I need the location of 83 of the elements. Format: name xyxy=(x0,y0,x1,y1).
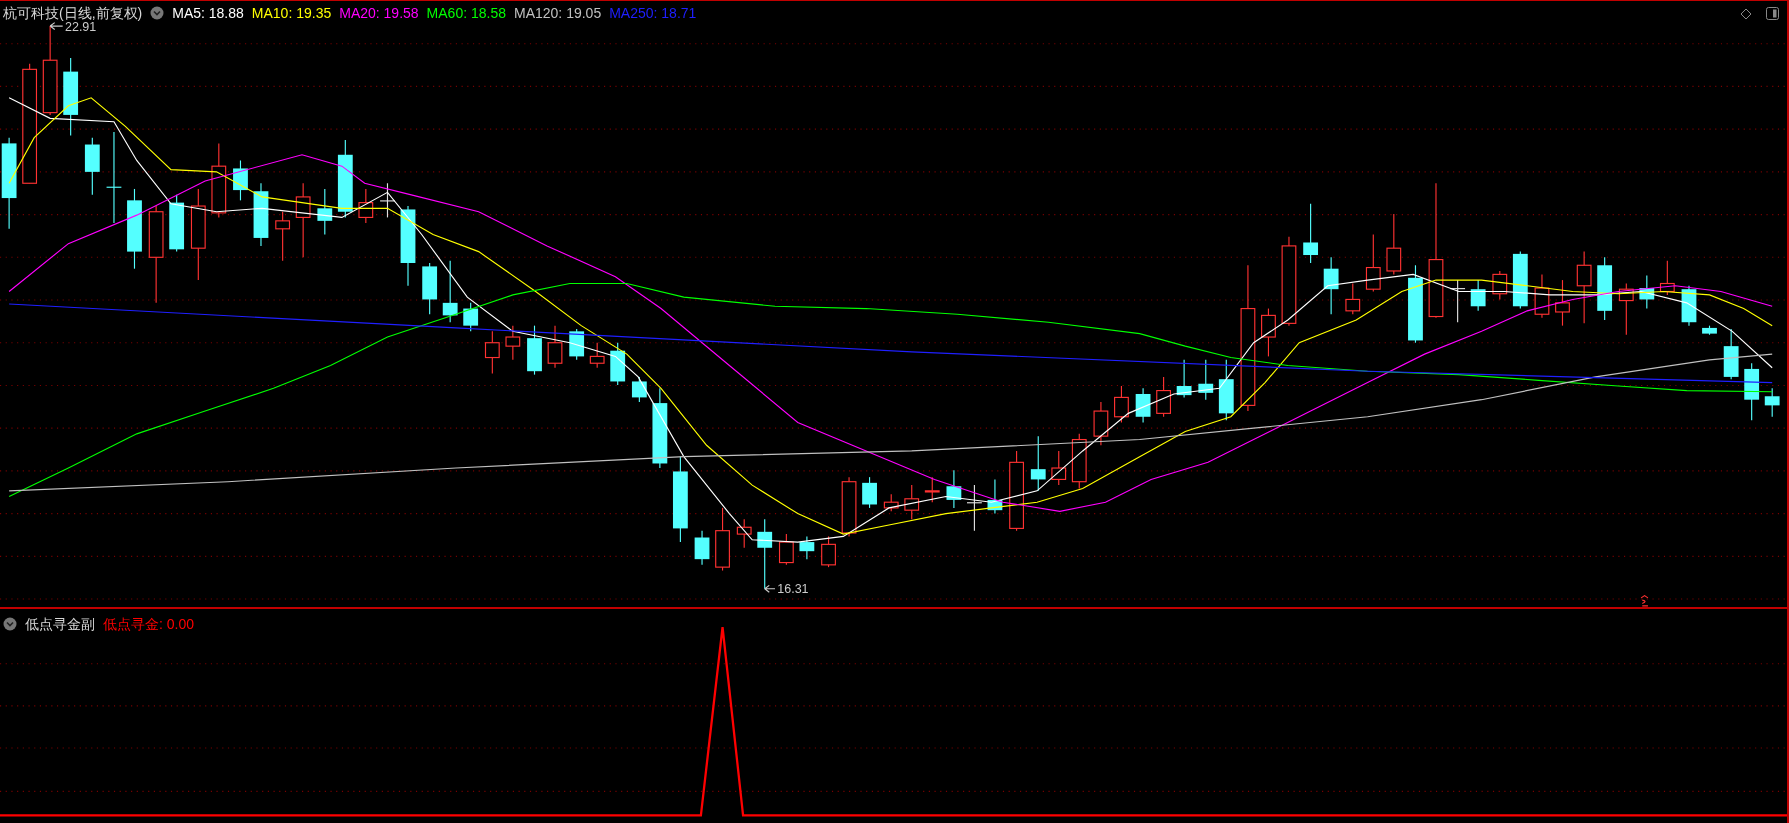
candlestick xyxy=(904,484,920,520)
candlestick xyxy=(946,469,962,509)
candlestick xyxy=(547,325,563,369)
candlestick xyxy=(527,325,542,376)
candlestick xyxy=(1218,359,1234,421)
candlestick xyxy=(1702,325,1717,336)
candlestick xyxy=(1555,279,1570,327)
candlestick xyxy=(1156,376,1171,418)
dropdown-icon[interactable] xyxy=(3,617,17,631)
candlestick xyxy=(1492,270,1508,300)
indicator-value: 低点寻金: 0.00 xyxy=(103,615,195,633)
candlestick xyxy=(1345,282,1361,315)
candlestick xyxy=(1176,359,1192,398)
stock-title: 杭可科技(日线,前复权) xyxy=(3,4,143,22)
candlestick xyxy=(841,476,857,537)
candlestick xyxy=(1051,450,1067,486)
candlestick xyxy=(484,330,500,375)
candlestick xyxy=(610,342,626,386)
candlestick xyxy=(1071,433,1087,490)
leader-line xyxy=(49,22,64,31)
candlestick xyxy=(1744,362,1760,421)
candlestick xyxy=(1261,308,1276,357)
candlestick xyxy=(1303,203,1319,264)
candlestick xyxy=(442,260,458,323)
indicator-name: 低点寻金副 xyxy=(25,615,95,633)
candlestick xyxy=(463,302,479,332)
candlestick xyxy=(169,194,185,253)
candlestick xyxy=(778,533,794,566)
candlestick xyxy=(1723,328,1739,380)
candlestick xyxy=(1470,279,1486,312)
panel-toggle-icon[interactable] xyxy=(1766,7,1779,20)
moving-average-value: MA20: 19.58 xyxy=(339,4,419,22)
candlestick xyxy=(358,188,374,224)
candlestick xyxy=(1198,359,1214,401)
candlestick xyxy=(84,137,100,196)
candlestick xyxy=(694,530,710,566)
candlestick xyxy=(715,507,730,572)
moving-average-value: MA250: 18.71 xyxy=(609,4,697,22)
candlestick xyxy=(422,262,438,315)
candlestick xyxy=(275,211,291,262)
candlestick xyxy=(1681,285,1697,327)
candlestick xyxy=(799,535,815,560)
candlestick xyxy=(1597,256,1613,321)
candlestick xyxy=(1639,274,1655,310)
moving-average-value: MA10: 19.35 xyxy=(251,4,332,22)
candlestick xyxy=(233,159,248,201)
candlestick xyxy=(1386,213,1402,275)
candlestick xyxy=(883,493,899,512)
candlestick xyxy=(1093,401,1109,446)
candlestick xyxy=(987,478,1003,515)
candlestick xyxy=(821,535,836,568)
candlestick xyxy=(1659,260,1675,296)
candlestick xyxy=(924,476,940,503)
candlestick xyxy=(380,182,395,218)
candlestick xyxy=(1365,233,1381,293)
candlestick xyxy=(1114,385,1129,424)
candlestick xyxy=(1030,435,1046,492)
candlestick xyxy=(1534,273,1550,319)
candlestick xyxy=(1764,387,1780,418)
candlestick xyxy=(736,518,752,549)
candlestick xyxy=(589,342,605,369)
candlestick xyxy=(1323,256,1339,315)
candlestick xyxy=(1135,387,1151,424)
candlestick xyxy=(1450,279,1466,323)
candlestick xyxy=(505,325,521,361)
price-label: 22.91 xyxy=(64,19,97,34)
moving-average-value: MA60: 18.58 xyxy=(426,4,506,22)
dropdown-icon[interactable] xyxy=(150,6,165,20)
leader-line xyxy=(764,584,776,593)
signal-marker-icon xyxy=(1640,595,1649,607)
candlestick xyxy=(253,182,269,247)
candlestick xyxy=(967,484,982,532)
candlestick xyxy=(1618,282,1634,336)
candlestick xyxy=(1512,251,1528,310)
price-label: 16.31 xyxy=(777,582,809,597)
diamond-icon[interactable] xyxy=(1740,7,1752,20)
candlestick xyxy=(757,518,773,590)
moving-average-value: MA5: 18.88 xyxy=(172,4,244,22)
moving-average-value: MA120: 19.05 xyxy=(514,4,602,22)
candlestick xyxy=(862,476,877,509)
candlestick xyxy=(631,376,647,403)
candlestick xyxy=(569,328,585,361)
candlestick xyxy=(317,188,333,236)
